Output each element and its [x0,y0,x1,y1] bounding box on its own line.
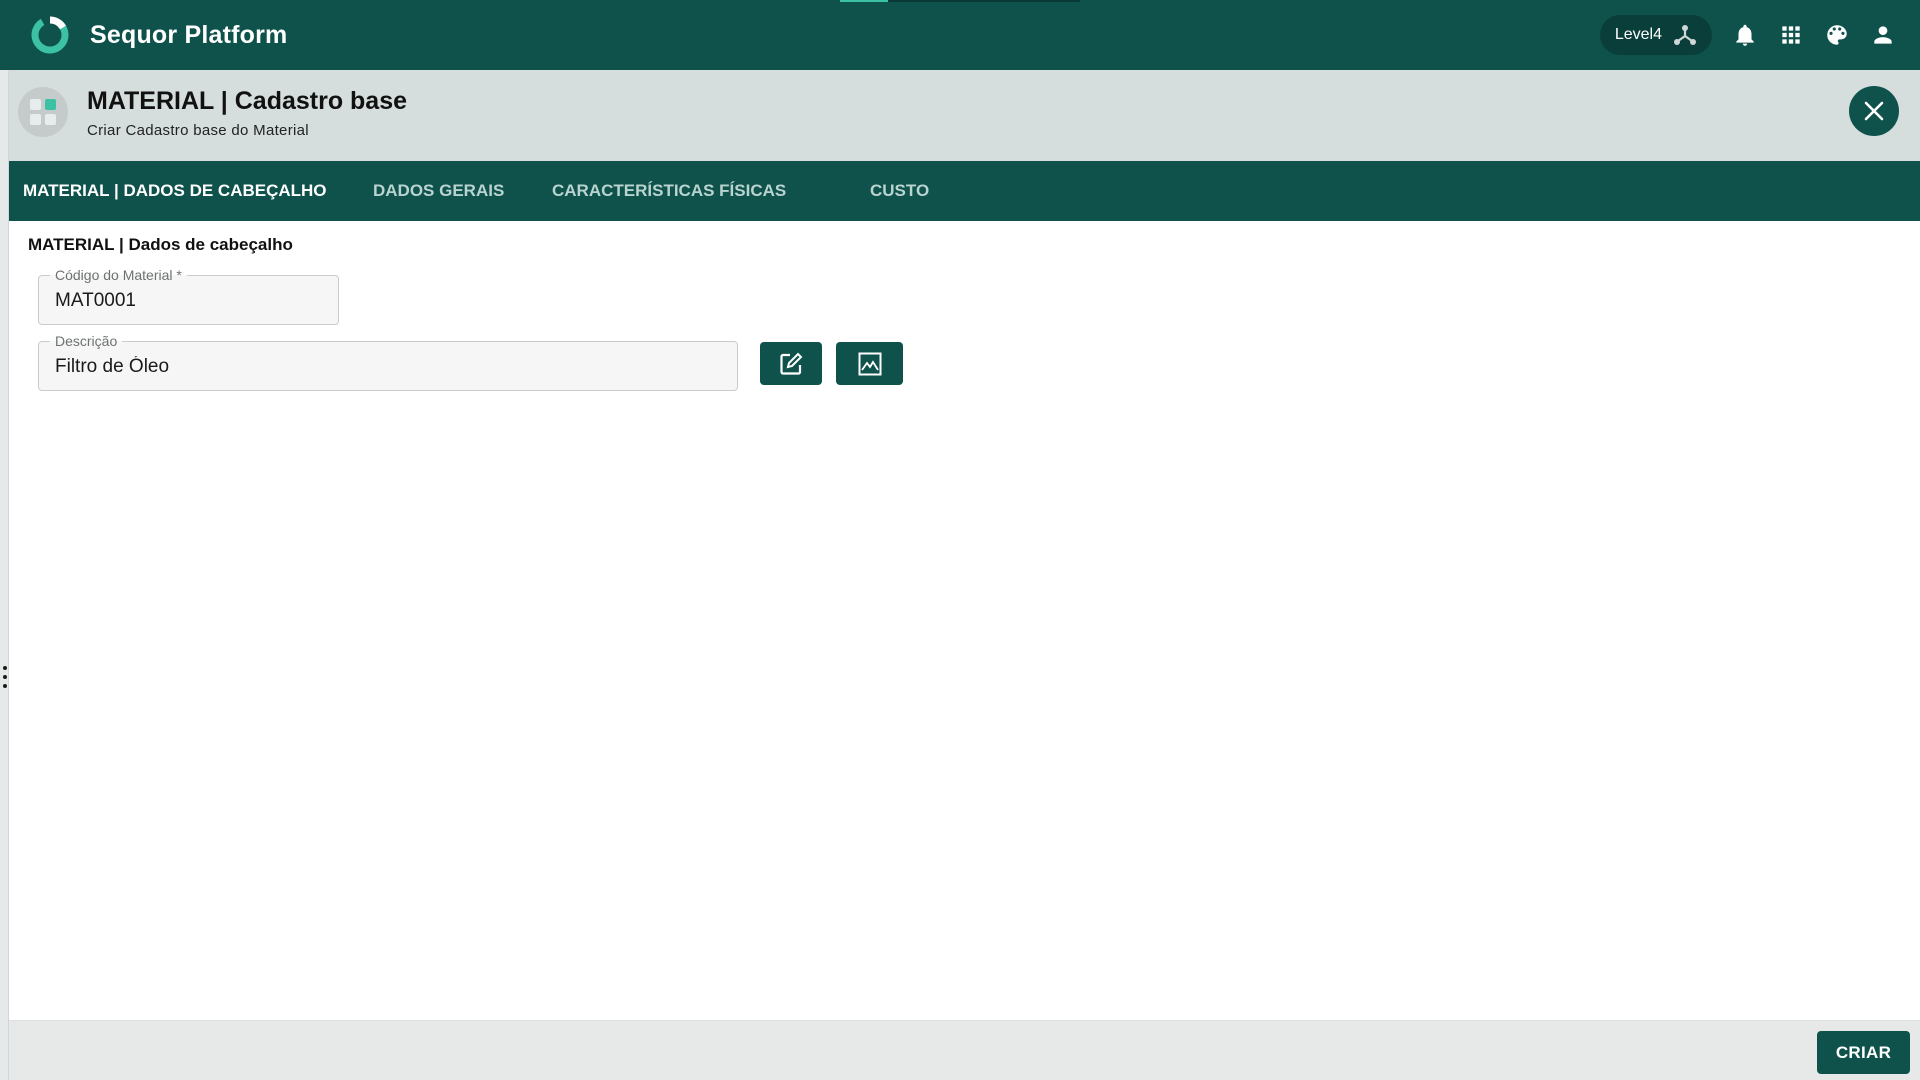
edit-icon [780,352,803,375]
module-blocks-icon [30,99,56,125]
description-label: Descrição [50,333,123,349]
image-icon [858,352,881,375]
handle-dot [2,666,7,670]
material-code-label: Código do Material * [50,267,187,283]
close-button[interactable] [1849,86,1899,136]
page-title: MATERIAL | Cadastro base [87,87,408,115]
form-content: MATERIAL | Dados de cabeçalho Código do … [9,221,1920,1020]
side-panel-rail [0,70,9,1080]
notifications-button[interactable] [1732,22,1758,48]
close-icon [1864,101,1884,121]
brand[interactable]: Sequor Platform [28,12,287,58]
level-selector[interactable]: Level4 [1599,15,1712,55]
app-name: Sequor Platform [90,20,288,49]
edit-description-button[interactable] [760,342,822,385]
top-bar: Sequor Platform Level4 [0,0,1920,70]
page-header: MATERIAL | Cadastro base Criar Cadastro … [9,70,1920,161]
apps-button[interactable] [1778,22,1804,48]
app-root: Sequor Platform Level4 MATERIAL | Cadast… [0,0,1920,1080]
panel-drag-handle[interactable] [2,666,7,688]
description-input[interactable] [55,355,723,379]
apps-grid-icon [1782,26,1800,44]
material-code-field: Código do Material * [38,267,339,325]
footer-bar: CRIAR [9,1020,1920,1080]
level-label: Level4 [1614,26,1662,43]
handle-dot [2,675,7,679]
bell-icon [1736,24,1754,46]
handle-dot [2,684,7,688]
loading-bar-track [888,0,1080,2]
palette-icon [1827,25,1847,45]
theme-button[interactable] [1824,22,1850,48]
image-button[interactable] [836,342,903,385]
loading-bar-indicator [840,0,888,2]
section-title: MATERIAL | Dados de cabeçalho [28,235,293,254]
create-button[interactable]: CRIAR [1817,1031,1910,1074]
tab-caracteristicas-fisicas[interactable]: CARACTERÍSTICAS FÍSICAS [552,161,786,221]
sequor-logo-icon [31,16,69,54]
material-code-input[interactable] [55,289,324,313]
page-avatar [18,87,68,137]
tab-bar: MATERIAL | DADOS DE CABEÇALHO DADOS GERA… [9,161,1920,221]
org-tree-icon [1674,25,1696,45]
user-menu-button[interactable] [1870,22,1896,48]
top-actions: Level4 [1599,14,1896,56]
page-subtitle: Criar Cadastro base do Material [87,122,309,139]
user-icon [1874,26,1892,44]
tab-dados-gerais[interactable]: DADOS GERAIS [373,161,504,221]
tab-dados-cabecalho[interactable]: MATERIAL | DADOS DE CABEÇALHO [23,161,327,221]
tab-custo[interactable]: CUSTO [870,161,929,221]
description-field: Descrição [38,333,738,391]
